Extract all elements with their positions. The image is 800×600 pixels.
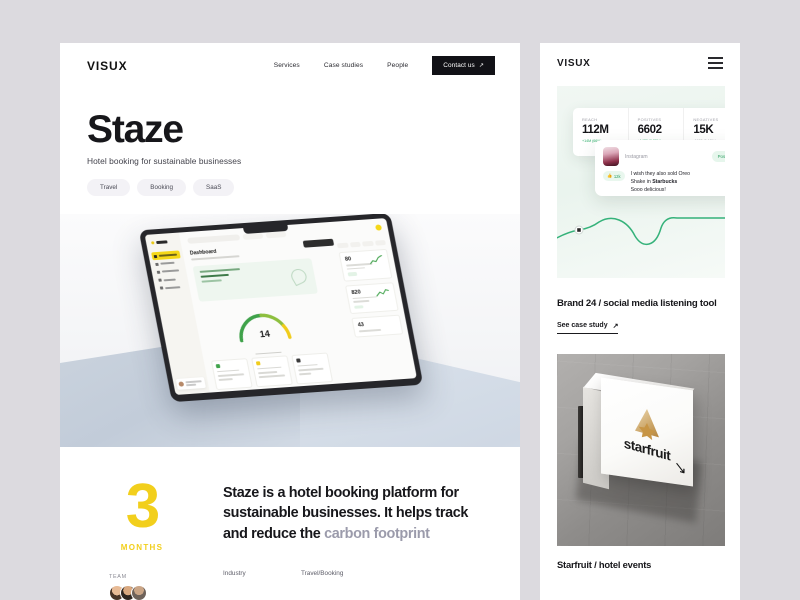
metric-value: 112M	[582, 124, 609, 136]
avatar	[603, 147, 619, 166]
page-subtitle: Hotel booking for sustainable businesses	[87, 156, 242, 166]
duration-unit: MONTHS	[120, 542, 164, 552]
dashboard-nav-item-5[interactable]	[157, 283, 187, 293]
see-case-study-link[interactable]: See case study ↗	[557, 322, 619, 334]
dashboard-user-chip[interactable]	[175, 377, 206, 390]
trend-line-chart	[557, 216, 725, 246]
sign-box-face: starfruit ↘	[601, 377, 693, 487]
thumbs-up-icon: 👍	[607, 173, 613, 178]
nav-item-services[interactable]: Services	[274, 62, 300, 69]
starfruit-preview-image: starfruit ↘	[557, 353, 725, 546]
dashboard-metric-card-2[interactable]: 820	[344, 281, 399, 315]
like-count-chip: 👍 12k	[603, 171, 625, 181]
mini-card-2[interactable]	[251, 355, 293, 388]
metric-label: NEGATIVES	[693, 117, 719, 122]
duration-number: 3	[125, 472, 160, 541]
dashboard-search-input[interactable]	[187, 234, 241, 244]
main-panel: VISUX Services Case studies People Conta…	[60, 43, 520, 600]
project-description: Staze is a hotel booking platform for su…	[223, 483, 493, 544]
social-source: Instagram	[625, 153, 648, 160]
metric-value: 15K	[693, 124, 714, 136]
side-panel: VISUX REACH 112M +14M (66%) POSITIVES 66…	[540, 43, 740, 600]
metric-label: POSITIVES	[637, 117, 662, 122]
team-avatars	[87, 584, 197, 600]
nav-item-people[interactable]: People	[387, 62, 408, 69]
dashboard-avatar[interactable]	[374, 224, 383, 231]
laptop-bezel: Dashboard 14 80 820 43	[138, 214, 424, 403]
tag-list: Travel Booking SaaS	[87, 179, 493, 196]
tag-travel[interactable]: Travel	[87, 179, 131, 196]
team-label: TEAM	[109, 573, 127, 580]
dashboard-metric-card-1[interactable]: 80	[338, 248, 393, 282]
duration-stat: 3 MONTHS TEAM	[87, 472, 197, 600]
social-mention-card: Instagram Positive 👍 12k I wish they als…	[595, 140, 725, 196]
message-line-1: I wish they also sold Oreo	[630, 171, 690, 177]
mini-card-3[interactable]	[291, 352, 334, 385]
brand24-preview-image: REACH 112M +14M (66%) POSITIVES 6602 +14…	[557, 86, 725, 278]
page-root: VISUX Services Case studies People Conta…	[0, 0, 800, 600]
brand-logo[interactable]: VISUX	[87, 59, 128, 73]
project-showcase-image: Dashboard 14 80 820 43	[60, 214, 520, 447]
like-count: 12k	[613, 173, 621, 179]
dashboard-eco-banner	[192, 258, 319, 302]
avatar[interactable]	[131, 584, 147, 600]
message-line-3: Sooo delicious!	[630, 186, 666, 193]
meta-value: Travel/Booking	[301, 570, 344, 578]
top-navigation: VISUX Services Case studies People Conta…	[60, 43, 520, 88]
contact-us-label: Contact us	[443, 62, 475, 69]
sparkline-1	[369, 255, 383, 265]
dashboard-mini-cards	[210, 352, 334, 391]
description-column: Staze is a hotel booking platform for su…	[223, 481, 493, 600]
dashboard-gauge-card: 14	[201, 300, 334, 391]
arrow-up-right-icon: ↗	[612, 322, 619, 330]
project-summary: 3 MONTHS TEAM Staze is a hotel booking p…	[60, 447, 520, 600]
nav-links: Services Case studies People Contact us …	[274, 56, 495, 75]
mini-card-1[interactable]	[210, 358, 253, 391]
message-line-2-pre: Shake in	[630, 178, 653, 185]
dashboard-metric-card-3[interactable]: 43	[351, 314, 404, 338]
meta-key: Industry	[223, 570, 246, 578]
page-title: Staze	[87, 108, 184, 151]
case-study-1-title: Brand 24 / social media listening tool	[557, 298, 717, 309]
arrow-down-right-icon: ↘	[674, 457, 687, 479]
dashboard-subtitle	[191, 255, 240, 261]
leaf-icon	[288, 266, 310, 287]
metric-value: 6602	[637, 124, 662, 136]
laptop-mockup: Dashboard 14 80 820 43	[138, 214, 424, 403]
case-study-2-title: Starfruit / hotel events	[557, 558, 652, 570]
contact-us-button[interactable]: Contact us ↗	[432, 56, 495, 75]
message-brand: Starbucks	[652, 178, 678, 185]
dashboard-filter-1[interactable]	[242, 232, 264, 240]
side-navigation: VISUX	[540, 43, 740, 83]
dashboard-metrics-column: 80 820 43	[336, 240, 404, 341]
laptop-screen: Dashboard 14 80 820 43	[144, 218, 417, 395]
metric-label: REACH	[582, 117, 598, 122]
meta-industry: Industry Travel/Booking	[223, 570, 493, 577]
arrow-up-right-icon: ↗	[478, 63, 484, 69]
description-highlight: carbon footprint	[324, 525, 430, 542]
side-brand-logo[interactable]: VISUX	[557, 58, 591, 69]
social-card-header: Instagram Positive	[603, 147, 725, 166]
hero-section: Staze Hotel booking for sustainable busi…	[60, 88, 520, 196]
tag-saas[interactable]: SaaS	[193, 179, 235, 196]
tag-booking[interactable]: Booking	[137, 179, 187, 196]
dashboard-filter-2[interactable]	[265, 231, 287, 239]
dashboard-main: Dashboard 14 80 820 43	[179, 218, 417, 392]
status-badge: Positive	[711, 151, 725, 162]
social-message: I wish they also sold Oreo Shake in Star…	[631, 171, 690, 195]
dashboard-logo	[149, 240, 178, 245]
hamburger-icon[interactable]	[708, 56, 723, 70]
see-case-study-label: See case study	[557, 322, 608, 330]
nav-item-case-studies[interactable]: Case studies	[324, 62, 363, 69]
social-card-body: 👍 12k I wish they also sold Oreo Shake i…	[603, 171, 725, 195]
sparkline-2	[376, 288, 389, 297]
